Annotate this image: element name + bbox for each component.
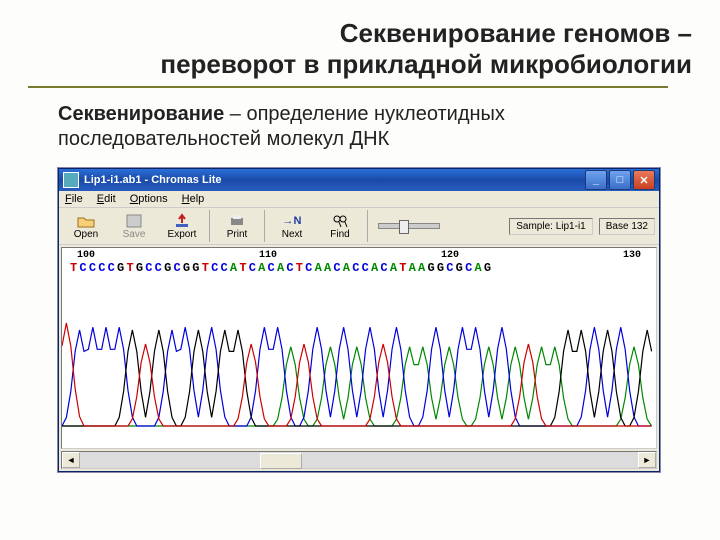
subtitle-bold: Секвенирование bbox=[58, 103, 224, 125]
ruler-tick: 130 bbox=[623, 250, 641, 261]
scroll-track[interactable] bbox=[80, 453, 638, 467]
separator bbox=[209, 210, 210, 242]
sequence-row: TCCCCGTGCCGCGGTCCATCACACTCAACACCACATAAGG… bbox=[62, 261, 656, 275]
open-icon bbox=[77, 213, 95, 229]
minimize-button[interactable]: _ bbox=[585, 170, 607, 190]
menu-edit[interactable]: Edit bbox=[97, 193, 116, 205]
separator bbox=[264, 210, 265, 242]
save-icon bbox=[125, 213, 143, 229]
ruler-tick: 110 bbox=[259, 250, 277, 261]
toolbar: Open Save Export Print →N Next F bbox=[59, 208, 659, 245]
print-label: Print bbox=[227, 229, 248, 240]
save-label: Save bbox=[123, 229, 146, 240]
print-button[interactable]: Print bbox=[214, 211, 260, 242]
scroll-left-button[interactable]: ◄ bbox=[62, 452, 80, 468]
slide-title: Секвенирование геномов – переворот в при… bbox=[28, 18, 692, 80]
chromatogram-area[interactable]: 100 110 120 130 TCCCCGTGCCGCGGTCCATCACAC… bbox=[61, 247, 657, 449]
open-label: Open bbox=[74, 229, 98, 240]
window-title: Lip1-i1.ab1 - Chromas Lite bbox=[84, 174, 222, 186]
next-button[interactable]: →N Next bbox=[269, 211, 315, 242]
save-button: Save bbox=[111, 211, 157, 242]
position-ruler: 100 110 120 130 bbox=[62, 248, 656, 261]
separator bbox=[367, 210, 368, 242]
maximize-button[interactable]: □ bbox=[609, 170, 631, 190]
title-line-1: Секвенирование геномов – bbox=[340, 18, 692, 48]
menu-file[interactable]: File bbox=[65, 193, 83, 205]
slide-subtitle: Секвенирование – определение нуклеотидны… bbox=[58, 102, 618, 152]
find-icon bbox=[331, 213, 349, 229]
find-button[interactable]: Find bbox=[317, 211, 363, 242]
export-label: Export bbox=[168, 229, 197, 240]
zoom-slider[interactable] bbox=[378, 223, 440, 229]
menu-options[interactable]: Options bbox=[130, 193, 168, 205]
menubar: File Edit Options Help bbox=[59, 191, 659, 208]
divider bbox=[28, 86, 668, 88]
scroll-thumb[interactable] bbox=[260, 453, 302, 469]
close-button[interactable]: ✕ bbox=[633, 170, 655, 190]
find-label: Find bbox=[330, 229, 349, 240]
export-icon bbox=[173, 213, 191, 229]
export-button[interactable]: Export bbox=[159, 211, 205, 242]
horizontal-scrollbar[interactable]: ◄ ► bbox=[61, 451, 657, 469]
title-line-2: переворот в прикладной микробиологии bbox=[160, 49, 692, 79]
app-window: Lip1-i1.ab1 - Chromas Lite _ □ ✕ File Ed… bbox=[58, 168, 660, 472]
ruler-tick: 120 bbox=[441, 250, 459, 261]
titlebar[interactable]: Lip1-i1.ab1 - Chromas Lite _ □ ✕ bbox=[59, 169, 659, 191]
app-icon bbox=[63, 172, 79, 188]
base-info: Base 132 bbox=[599, 218, 655, 235]
ruler-tick: 100 bbox=[77, 250, 95, 261]
menu-help[interactable]: Help bbox=[182, 193, 205, 205]
trace-plot bbox=[62, 280, 656, 430]
next-icon: →N bbox=[283, 213, 301, 229]
next-label: Next bbox=[282, 229, 303, 240]
print-icon bbox=[228, 213, 246, 229]
open-button[interactable]: Open bbox=[63, 211, 109, 242]
scroll-right-button[interactable]: ► bbox=[638, 452, 656, 468]
sample-info: Sample: Lip1-i1 bbox=[509, 218, 593, 235]
